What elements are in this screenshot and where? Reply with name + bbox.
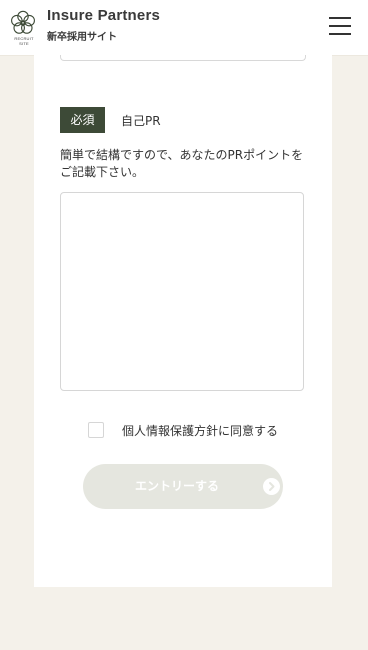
site-title[interactable]: Insure Partners	[47, 7, 160, 24]
privacy-consent-label[interactable]: 個人情報保護方針に同意する	[122, 422, 278, 439]
logo-subtext: RECRUIT SITE	[14, 36, 34, 46]
entry-submit-button[interactable]: エントリーする	[83, 464, 283, 509]
self-pr-description: 簡単で結構ですので、あなたのPRポイントをご記載下さい。	[60, 148, 304, 179]
previous-input-field[interactable]	[60, 55, 306, 61]
self-pr-textarea[interactable]	[60, 192, 304, 391]
required-badge: 必須	[60, 107, 105, 133]
privacy-consent-checkbox[interactable]	[88, 422, 104, 438]
arrow-right-circle-icon	[263, 478, 280, 495]
site-header: RECRUIT SITE Insure Partners 新卒採用サイト	[0, 0, 368, 56]
self-pr-label: 自己PR	[121, 114, 161, 128]
entry-form-card: 必須 自己PR 簡単で結構ですので、あなたのPRポイントをご記載下さい。 個人情…	[34, 55, 332, 587]
hamburger-menu-icon[interactable]	[329, 17, 351, 35]
entry-submit-label: エントリーする	[134, 479, 219, 493]
site-subtitle: 新卒採用サイト	[47, 32, 117, 43]
